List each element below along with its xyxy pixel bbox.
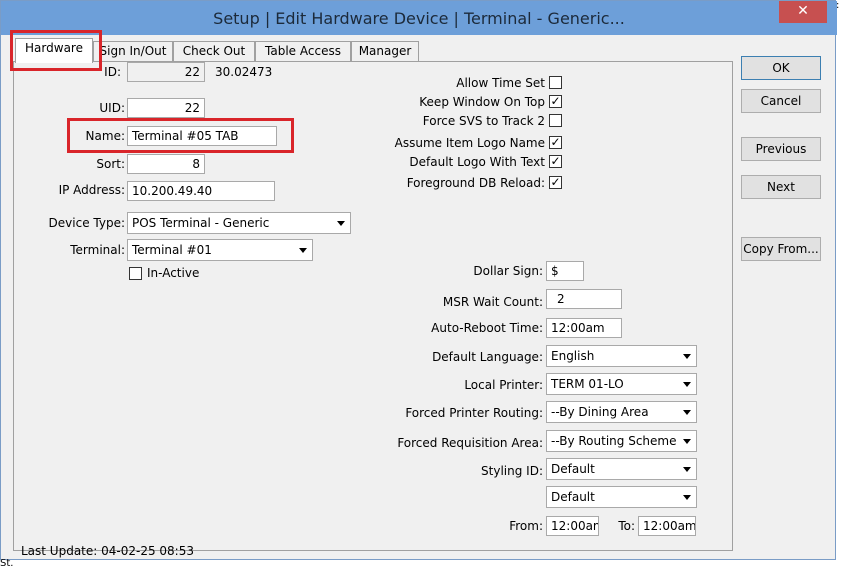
chevron-down-icon (299, 248, 307, 253)
styling-id-value: Default (551, 462, 595, 476)
keep-window-on-top-label: Keep Window On Top (419, 95, 545, 109)
default-language-select[interactable]: English (546, 345, 697, 367)
default-language-value: English (551, 349, 595, 363)
foreground-db-reload-checkbox[interactable]: ✓ (549, 176, 562, 189)
inactive-label: In-Active (147, 266, 200, 280)
dollar-sign-label: Dollar Sign: (473, 264, 543, 278)
sort-label: Sort: (96, 157, 125, 171)
foreground-db-reload-label: Foreground DB Reload: (406, 176, 545, 190)
device-type-value: POS Terminal - Generic (132, 216, 270, 230)
window-title: Setup | Edit Hardware Device | Terminal … (213, 9, 625, 28)
local-printer-select[interactable]: TERM 01-LO (546, 373, 697, 395)
next-button[interactable]: Next (741, 175, 821, 199)
ip-address-label: IP Address: (58, 183, 125, 197)
chevron-down-icon (683, 382, 691, 387)
tab-sign-in-out[interactable]: Sign In/Out (93, 41, 173, 61)
copy-from-button[interactable]: Copy From... (741, 237, 821, 261)
device-type-select[interactable]: POS Terminal - Generic (127, 212, 351, 234)
terminal-value: Terminal #01 (132, 243, 212, 257)
allow-time-set-label: Allow Time Set (456, 76, 545, 90)
stray-char: : (836, 0, 840, 11)
status-text: St. (0, 558, 14, 569)
close-icon[interactable]: ✕ (779, 1, 827, 23)
allow-time-set-checkbox[interactable] (549, 76, 562, 89)
default-logo-with-text-label: Default Logo With Text (409, 155, 545, 169)
assume-item-logo-name-label: Assume Item Logo Name (394, 136, 545, 150)
device-type-label: Device Type: (48, 216, 125, 230)
from-label: From: (509, 519, 543, 533)
auto-reboot-time-label: Auto-Reboot Time: (431, 321, 543, 335)
forced-requisition-area-select[interactable]: --By Routing Scheme (546, 430, 697, 452)
chevron-down-icon (683, 410, 691, 415)
styling-id-select[interactable]: Default (546, 458, 697, 480)
force-svs-checkbox[interactable] (549, 114, 562, 127)
tab-manager[interactable]: Manager (351, 41, 419, 61)
to-label: To: (618, 519, 635, 533)
styling-secondary-select[interactable]: Default (546, 486, 697, 508)
ip-address-field[interactable]: 10.200.49.40 (127, 181, 275, 201)
name-field-highlight (67, 118, 294, 153)
uid-label: UID: (99, 101, 125, 115)
tab-hardware[interactable]: Hardware (15, 38, 93, 63)
assume-item-logo-name-checkbox[interactable]: ✓ (549, 136, 562, 149)
chevron-down-icon (683, 439, 691, 444)
terminal-select[interactable]: Terminal #01 (127, 239, 313, 261)
uid-field[interactable]: 22 (127, 98, 205, 118)
default-language-label: Default Language: (432, 350, 543, 364)
last-update-label: Last Update: 04-02-25 08:53 (21, 544, 194, 558)
forced-requisition-area-value: --By Routing Scheme (551, 434, 677, 448)
forced-requisition-area-label: Forced Requisition Area: (397, 436, 543, 450)
ok-button[interactable]: OK (741, 56, 821, 80)
title-bar[interactable]: Setup | Edit Hardware Device | Terminal … (1, 1, 837, 35)
local-printer-label: Local Printer: (464, 378, 543, 392)
styling-secondary-value: Default (551, 490, 595, 504)
chevron-down-icon (683, 467, 691, 472)
msr-wait-count-label: MSR Wait Count: (442, 295, 543, 309)
cancel-button[interactable]: Cancel (741, 89, 821, 113)
id-field: 22 (127, 62, 205, 82)
local-printer-value: TERM 01-LO (551, 377, 624, 391)
forced-printer-routing-label: Forced Printer Routing: (405, 406, 543, 420)
keep-window-on-top-checkbox[interactable]: ✓ (549, 95, 562, 108)
msr-wait-count-field[interactable]: 2 (546, 289, 622, 309)
default-logo-with-text-checkbox[interactable]: ✓ (549, 155, 562, 168)
force-svs-label: Force SVS to Track 2 (422, 114, 545, 128)
chevron-down-icon (337, 221, 345, 226)
sort-field[interactable]: 8 (127, 154, 205, 174)
chevron-down-icon (683, 354, 691, 359)
tab-table-access[interactable]: Table Access (255, 41, 351, 61)
to-time-field[interactable]: 12:00am (638, 516, 696, 536)
terminal-label: Terminal: (70, 243, 125, 257)
forced-printer-routing-value: --By Dining Area (551, 405, 649, 419)
from-time-field[interactable]: 12:00am (546, 516, 599, 536)
previous-button[interactable]: Previous (741, 137, 821, 161)
auto-reboot-time-field[interactable]: 12:00am (546, 318, 622, 338)
setup-window: Setup | Edit Hardware Device | Terminal … (0, 0, 837, 560)
version-label: 30.02473 (215, 65, 273, 79)
inactive-checkbox[interactable] (129, 267, 142, 280)
forced-printer-routing-select[interactable]: --By Dining Area (546, 401, 697, 423)
chevron-down-icon (683, 495, 691, 500)
styling-id-label: Styling ID: (481, 464, 543, 478)
dollar-sign-field[interactable]: $ (546, 261, 584, 281)
tab-check-out[interactable]: Check Out (173, 41, 255, 61)
